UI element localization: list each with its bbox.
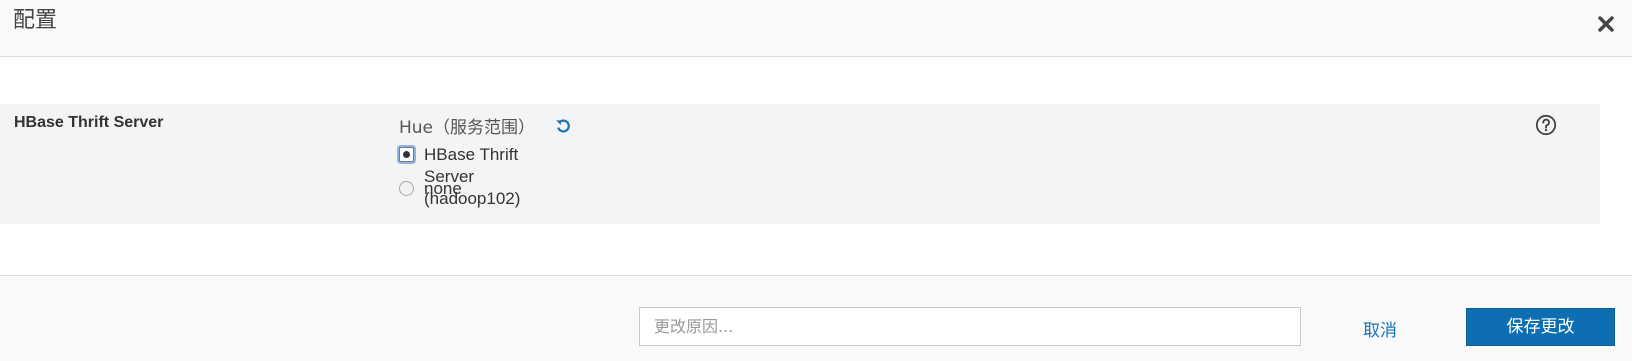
help-icon[interactable]	[1535, 114, 1557, 136]
config-value: Hue（服务范围） HBase Thrift Server (hadoop102…	[399, 113, 572, 208]
radio-button-unchecked[interactable]	[399, 181, 414, 196]
dialog-header: 配置	[0, 0, 1632, 57]
radio-option-hadoop102[interactable]: HBase Thrift Server (hadoop102)	[399, 143, 572, 208]
radio-dot	[403, 151, 410, 158]
scope-text: Hue（服务范围）	[399, 118, 536, 138]
cancel-button[interactable]: 取消	[1363, 316, 1397, 341]
save-changes-button[interactable]: 保存更改	[1466, 308, 1615, 346]
dialog-footer: 取消 保存更改	[0, 275, 1632, 361]
change-reason-input[interactable]	[639, 307, 1301, 346]
radio-label: none	[424, 179, 462, 198]
close-icon[interactable]	[1596, 14, 1616, 34]
config-row-hbase-thrift-server: HBase Thrift Server Hue（服务范围） HBase Thri…	[0, 104, 1600, 224]
radio-option-none[interactable]: none	[399, 177, 572, 205]
scope-line: Hue（服务范围）	[399, 113, 572, 138]
config-label: HBase Thrift Server	[14, 114, 164, 131]
config-dialog: 配置 HBase Thrift Server Hue（服务范围） HBase T…	[0, 0, 1632, 361]
revert-icon[interactable]	[554, 117, 572, 135]
radio-button-checked[interactable]	[399, 147, 414, 162]
dialog-title: 配置	[13, 8, 58, 33]
